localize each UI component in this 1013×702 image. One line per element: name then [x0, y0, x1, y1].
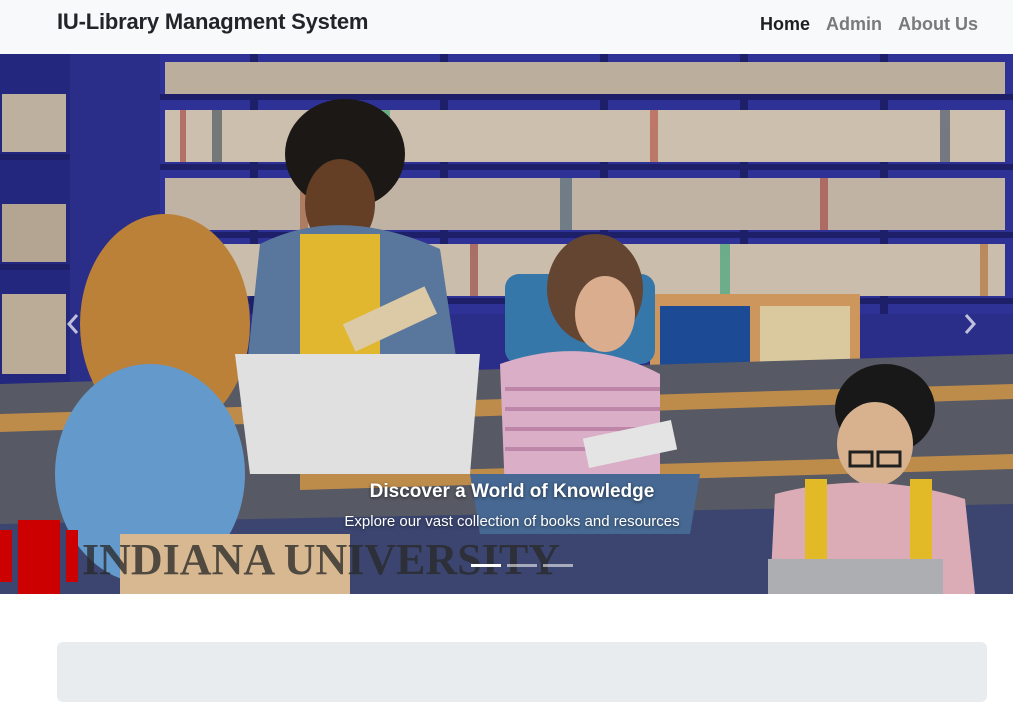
carousel-caption: Discover a World of Knowledge Explore ou…	[0, 480, 1013, 532]
carousel-indicator-1[interactable]	[471, 564, 501, 567]
caption-text: Explore our vast collection of books and…	[344, 513, 680, 530]
carousel-indicator-2[interactable]	[507, 564, 537, 567]
nav-link-admin[interactable]: Admin	[826, 12, 882, 36]
jumbotron-panel	[57, 642, 987, 702]
carousel-indicator-3[interactable]	[543, 564, 573, 567]
carousel-indicators	[471, 564, 573, 567]
nav-links: Home Admin About Us	[760, 12, 978, 36]
caption-title: Discover a World of Knowledge	[369, 481, 655, 502]
chevron-left-icon	[66, 314, 79, 334]
hero-carousel: INDIANA UNIVERSITY Discover a World of K…	[0, 54, 1013, 594]
navbar: IU-Library Managment System Home Admin A…	[0, 0, 1013, 54]
carousel-prev-button[interactable]	[58, 297, 88, 351]
carousel-next-button[interactable]	[955, 297, 985, 351]
iu-logo-text: INDIANA UNIVERSITY	[82, 535, 560, 584]
nav-link-about-us[interactable]: About Us	[898, 12, 978, 36]
navbar-brand[interactable]: IU-Library Managment System	[57, 9, 368, 35]
nav-link-home[interactable]: Home	[760, 12, 810, 36]
chevron-right-icon	[964, 314, 977, 334]
